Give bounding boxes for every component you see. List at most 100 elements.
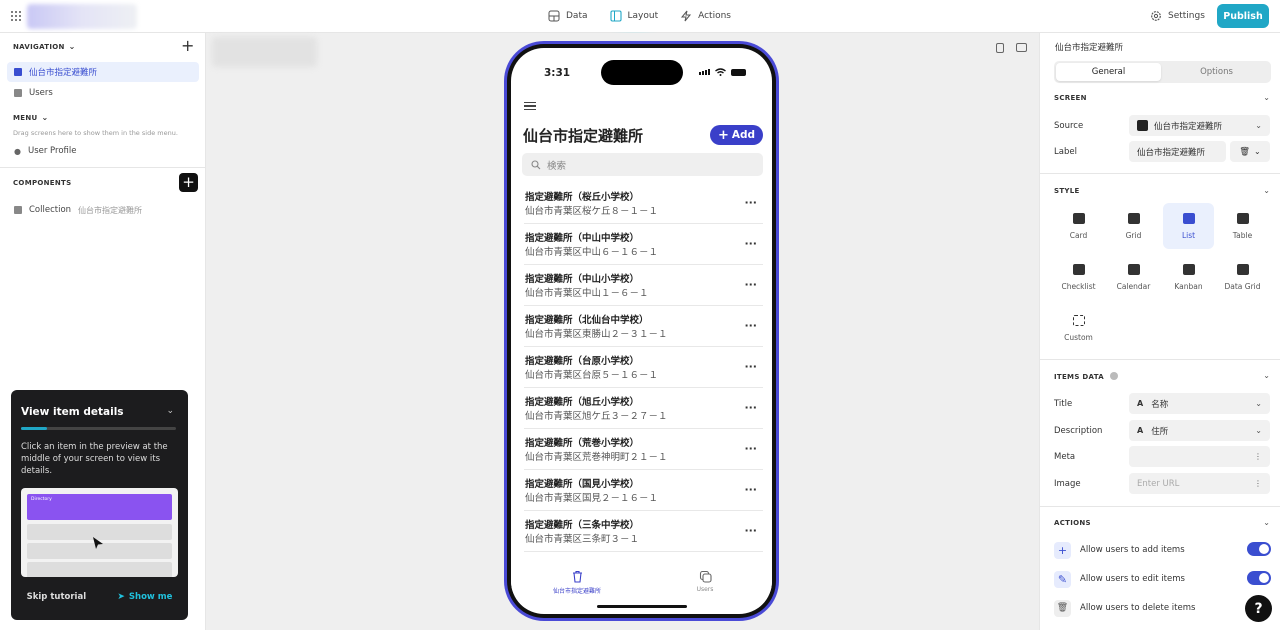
more-icon[interactable]: ···: [744, 360, 757, 373]
trash-icon: 🗑: [1054, 599, 1071, 617]
tab-data[interactable]: Data: [548, 8, 588, 24]
help-button[interactable]: ?: [1245, 595, 1272, 622]
style-custom[interactable]: Custom: [1053, 305, 1104, 351]
properties-panel: 仙台市指定避難所 General Options SCREEN ⌄ Source…: [1039, 33, 1280, 630]
item-description: 仙台市青葉区中山６－１６－１: [525, 247, 659, 258]
add-button[interactable]: + Add: [710, 125, 763, 145]
tab-actions-label: Actions: [698, 11, 731, 21]
more-icon[interactable]: ···: [744, 237, 757, 250]
list-item[interactable]: 指定避難所（台原小学校） 仙台市青葉区台原５－１６－１ ···: [524, 347, 763, 388]
trash-icon: [572, 570, 582, 583]
style-kanban[interactable]: Kanban: [1163, 254, 1214, 300]
chevron-down-icon[interactable]: ⌄: [1263, 371, 1270, 380]
edit-items-toggle[interactable]: [1247, 571, 1271, 585]
settings-button[interactable]: Settings: [1150, 10, 1205, 22]
list-item[interactable]: 指定避難所（中山小学校） 仙台市青葉区中山１－６－１ ···: [524, 265, 763, 306]
list-item[interactable]: 指定避難所（中山中学校） 仙台市青葉区中山６－１６－１ ···: [524, 224, 763, 265]
show-me-button[interactable]: ➤ Show me: [117, 592, 172, 602]
component-collection[interactable]: Collection 仙台市指定避難所: [7, 200, 199, 220]
chevron-down-icon[interactable]: ⌄: [1263, 93, 1270, 102]
list-item[interactable]: 指定避難所（国見小学校） 仙台市青葉区国見２－１６－１ ···: [524, 470, 763, 511]
item-title: 指定避難所（旭丘小学校）: [525, 397, 640, 408]
components-header: COMPONENTS: [13, 179, 72, 187]
label-input[interactable]: 仙台市指定避難所: [1129, 141, 1226, 162]
screen-header: SCREEN: [1054, 94, 1087, 102]
add-screen-button[interactable]: +: [181, 38, 194, 54]
list-item[interactable]: 指定避難所（桜丘小学校） 仙台市青葉区桜ケ丘８－１－１ ···: [524, 183, 763, 224]
sidebar-item-user-profile[interactable]: ● User Profile: [7, 141, 199, 161]
meta-select[interactable]: ⋮: [1129, 446, 1270, 467]
style-label: Data Grid: [1224, 282, 1261, 291]
navigation-header[interactable]: NAVIGATION ⌄: [13, 42, 76, 51]
action-label: Allow users to edit items: [1080, 574, 1185, 584]
item-description: 仙台市青葉区台原５－１６－１: [525, 370, 659, 381]
search-input[interactable]: 検索: [522, 153, 763, 176]
tutorial-preview-image: Directory: [21, 488, 178, 577]
table-icon: [548, 10, 560, 22]
chevron-down-icon[interactable]: ⌄: [166, 406, 174, 416]
more-icon[interactable]: ···: [744, 278, 757, 291]
more-icon[interactable]: ···: [744, 442, 757, 455]
list-item[interactable]: 指定避難所（旭丘小学校） 仙台市青葉区旭ケ丘３－２７－１ ···: [524, 388, 763, 429]
app-grid-icon[interactable]: [11, 11, 21, 21]
source-value: 仙台市指定避難所: [1154, 121, 1223, 132]
more-vertical-icon[interactable]: ⋮: [1254, 479, 1262, 488]
tab-actions[interactable]: Actions: [680, 8, 731, 24]
hamburger-icon[interactable]: [524, 102, 536, 110]
label-options[interactable]: 🗑 ⌄: [1230, 141, 1270, 162]
chevron-down-icon[interactable]: ⌄: [1263, 186, 1270, 195]
more-icon[interactable]: ···: [744, 319, 757, 332]
tab-layout[interactable]: Layout: [605, 8, 662, 35]
add-component-button[interactable]: +: [179, 173, 198, 192]
style-list[interactable]: List: [1163, 203, 1214, 249]
action-add-row[interactable]: + Allow users to add items: [1054, 539, 1271, 561]
style-calendar[interactable]: Calendar: [1108, 254, 1159, 300]
phone-screen: 3:31 仙台市指定避難所 + Add 検索 指定避難所（桜丘小学校） 仙台市青…: [511, 48, 772, 614]
list-item[interactable]: 指定避難所（北仙台中学校） 仙台市青葉区東勝山２－３１－１ ···: [524, 306, 763, 347]
source-select[interactable]: 仙台市指定避難所 ⌄: [1129, 115, 1270, 136]
calendar-icon: [1127, 264, 1140, 275]
description-value: 住所: [1151, 426, 1169, 437]
image-label: Image: [1054, 479, 1081, 489]
cursor-icon: [93, 537, 103, 549]
image-url-input[interactable]: Enter URL ⋮: [1129, 473, 1270, 494]
style-data-grid[interactable]: Data Grid: [1217, 254, 1268, 300]
more-icon[interactable]: ···: [744, 196, 757, 209]
more-icon[interactable]: ···: [744, 483, 757, 496]
tab-general[interactable]: General: [1056, 63, 1161, 81]
action-delete-row[interactable]: 🗑 Allow users to delete items: [1054, 597, 1271, 619]
description-select[interactable]: A 住所 ⌄: [1129, 420, 1270, 441]
image-placeholder: Enter URL: [1137, 478, 1180, 489]
phone-tab-shelters[interactable]: 仙台市指定避難所: [537, 570, 617, 595]
add-items-toggle[interactable]: [1247, 542, 1271, 556]
list-item[interactable]: 指定避難所（荒巻小学校） 仙台市青葉区荒巻神明町２１－１ ···: [524, 429, 763, 470]
style-header: STYLE: [1054, 187, 1080, 195]
source-label: Source: [1054, 121, 1084, 131]
chevron-down-icon[interactable]: ⌄: [1263, 518, 1270, 527]
style-grid[interactable]: Grid: [1108, 203, 1159, 249]
style-card[interactable]: Card: [1053, 203, 1104, 249]
panel-tabs: General Options: [1054, 61, 1271, 83]
title-select[interactable]: A 名称 ⌄: [1129, 393, 1270, 414]
style-checklist[interactable]: Checklist: [1053, 254, 1104, 300]
menu-header[interactable]: MENU ⌄: [13, 113, 49, 122]
list-item[interactable]: 指定避難所（三条中学校） 仙台市青葉区三条町３－１ ···: [524, 511, 763, 552]
more-vertical-icon[interactable]: ⋮: [1254, 452, 1262, 461]
tablet-icon[interactable]: [1016, 43, 1027, 52]
phone-icon[interactable]: [996, 43, 1004, 53]
action-label: Allow users to add items: [1080, 545, 1185, 555]
sidebar-item-users[interactable]: Users: [7, 83, 199, 103]
phone-tab-users[interactable]: Users: [665, 570, 745, 593]
more-icon[interactable]: ···: [744, 401, 757, 414]
item-title: 指定避難所（中山中学校）: [525, 233, 640, 244]
action-edit-row[interactable]: ✎ Allow users to edit items: [1054, 568, 1271, 590]
skip-tutorial-button[interactable]: Skip tutorial: [27, 592, 87, 602]
publish-button[interactable]: Publish: [1217, 4, 1269, 28]
sidebar-item-shelters[interactable]: 仙台市指定避難所: [7, 62, 199, 82]
menu-header-label: MENU: [13, 113, 38, 122]
style-table[interactable]: Table: [1217, 203, 1268, 249]
tab-options[interactable]: Options: [1164, 63, 1269, 81]
tab-data-label: Data: [566, 11, 588, 21]
add-label: Add: [731, 129, 756, 141]
more-icon[interactable]: ···: [744, 524, 757, 537]
